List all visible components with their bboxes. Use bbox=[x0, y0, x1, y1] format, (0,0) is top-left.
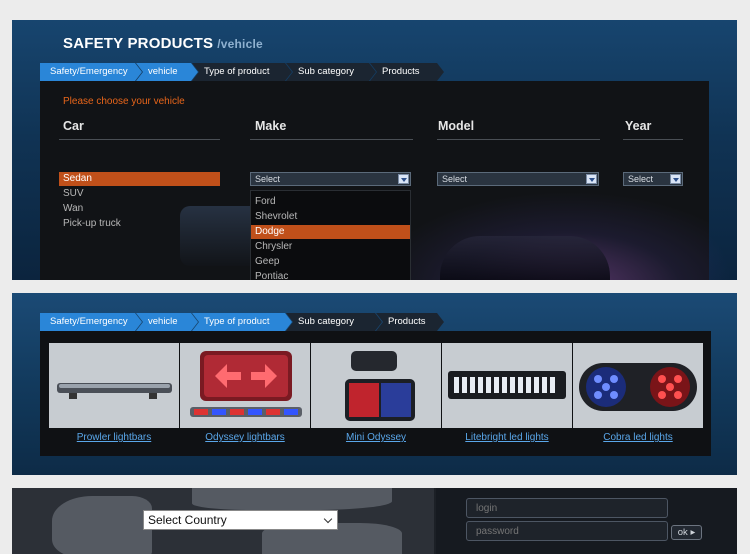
product-image-odyssey[interactable] bbox=[180, 343, 310, 428]
crumb-products[interactable]: Products bbox=[376, 313, 444, 331]
product-image-litebright[interactable] bbox=[442, 343, 572, 428]
column-divider bbox=[250, 139, 413, 140]
vehicle-prompt: Please choose your vehicle bbox=[63, 96, 185, 107]
make-select[interactable]: Select bbox=[250, 172, 411, 186]
chevron-down-icon[interactable] bbox=[586, 174, 597, 184]
arrow-lightbar-icon bbox=[190, 351, 302, 417]
breadcrumb: Safety/Emergency vehicle Type of product… bbox=[40, 313, 438, 331]
car-type-sedan[interactable]: Sedan bbox=[59, 172, 220, 186]
login-area: ok ▸ bbox=[436, 488, 737, 554]
lightbar-icon bbox=[57, 383, 172, 399]
map-landmass bbox=[52, 496, 152, 554]
crumb-vehicle[interactable]: vehicle bbox=[136, 63, 198, 81]
ok-button-label: ok bbox=[677, 527, 688, 538]
product-grid: Prowler lightbars Odyssey lightbars Mini… bbox=[40, 331, 711, 456]
make-dropdown: Ford Shevrolet Dodge Chrysler Geep Ponti… bbox=[250, 190, 411, 280]
country-select[interactable]: Select Country bbox=[143, 510, 338, 530]
product-link-cobra[interactable]: Cobra led lights bbox=[573, 432, 703, 443]
vehicle-panel: SAFETY PRODUCTS/vehicle Safety/Emergency… bbox=[12, 20, 737, 280]
product-link-odyssey[interactable]: Odyssey lightbars bbox=[180, 432, 310, 443]
crumb-type[interactable]: Type of product bbox=[192, 63, 292, 81]
chevron-down-icon[interactable] bbox=[323, 514, 333, 524]
footer-panel: Select Country ok ▸ bbox=[12, 488, 737, 554]
crumb-vehicle[interactable]: vehicle bbox=[136, 313, 198, 331]
password-input[interactable] bbox=[466, 521, 668, 541]
login-input[interactable] bbox=[466, 498, 668, 518]
column-divider bbox=[59, 139, 220, 140]
column-year: Year bbox=[625, 119, 652, 133]
crumb-safety[interactable]: Safety/Emergency bbox=[40, 313, 142, 331]
crumb-subcategory[interactable]: Sub category bbox=[286, 313, 382, 331]
page-title-sub: /vehicle bbox=[217, 37, 263, 51]
column-car: Car bbox=[63, 119, 84, 133]
column-model: Model bbox=[438, 119, 475, 133]
make-option-chrysler[interactable]: Chrysler bbox=[251, 240, 410, 254]
product-image-prowler[interactable] bbox=[49, 343, 179, 428]
year-select[interactable]: Select bbox=[623, 172, 683, 186]
make-select-value: Select bbox=[255, 174, 281, 184]
ok-button[interactable]: ok ▸ bbox=[671, 525, 702, 540]
make-option-pontiac[interactable]: Pontiac bbox=[251, 270, 410, 280]
map-landmass bbox=[192, 488, 392, 510]
crumb-subcategory[interactable]: Sub category bbox=[286, 63, 376, 81]
page-title: SAFETY PRODUCTS/vehicle bbox=[63, 35, 263, 52]
breadcrumb: Safety/Emergency vehicle Type of product… bbox=[40, 63, 438, 81]
world-map: Select Country bbox=[12, 488, 434, 554]
year-select-value: Select bbox=[628, 174, 654, 184]
cobra-light-icon bbox=[579, 363, 697, 411]
make-option-ford[interactable]: Ford bbox=[251, 195, 410, 209]
car-type-wan[interactable]: Wan bbox=[59, 202, 220, 216]
product-link-litebright[interactable]: Litebright led lights bbox=[442, 432, 572, 443]
make-option-geep[interactable]: Geep bbox=[251, 255, 410, 269]
model-select[interactable]: Select bbox=[437, 172, 599, 186]
car-type-pickup[interactable]: Pick-up truck bbox=[59, 217, 220, 231]
product-link-prowler[interactable]: Prowler lightbars bbox=[49, 432, 179, 443]
products-panel: Safety/Emergency vehicle Type of product… bbox=[12, 293, 737, 475]
product-image-mini-odyssey[interactable] bbox=[311, 343, 441, 428]
column-make: Make bbox=[255, 119, 287, 133]
mini-light-icon bbox=[345, 351, 415, 421]
chevron-down-icon[interactable] bbox=[398, 174, 409, 184]
crumb-products[interactable]: Products bbox=[370, 63, 444, 81]
make-option-dodge[interactable]: Dodge bbox=[251, 225, 410, 239]
product-image-cobra[interactable] bbox=[573, 343, 703, 428]
make-option-shevrolet[interactable]: Shevrolet bbox=[251, 210, 410, 224]
car-silhouette-right bbox=[440, 236, 610, 280]
crumb-safety[interactable]: Safety/Emergency bbox=[40, 63, 142, 81]
play-arrow-icon: ▸ bbox=[690, 527, 696, 538]
model-select-value: Select bbox=[442, 174, 468, 184]
led-bar-icon bbox=[448, 371, 566, 399]
column-divider bbox=[623, 139, 683, 140]
page-title-main: SAFETY PRODUCTS bbox=[63, 35, 214, 52]
product-link-mini-odyssey[interactable]: Mini Odyssey bbox=[311, 432, 441, 443]
vehicle-chooser: Please choose your vehicle Car Make Mode… bbox=[40, 81, 709, 280]
country-select-value: Select Country bbox=[148, 513, 227, 527]
column-divider bbox=[437, 139, 600, 140]
chevron-down-icon[interactable] bbox=[670, 174, 681, 184]
car-type-suv[interactable]: SUV bbox=[59, 187, 220, 201]
crumb-type[interactable]: Type of product bbox=[192, 313, 292, 331]
